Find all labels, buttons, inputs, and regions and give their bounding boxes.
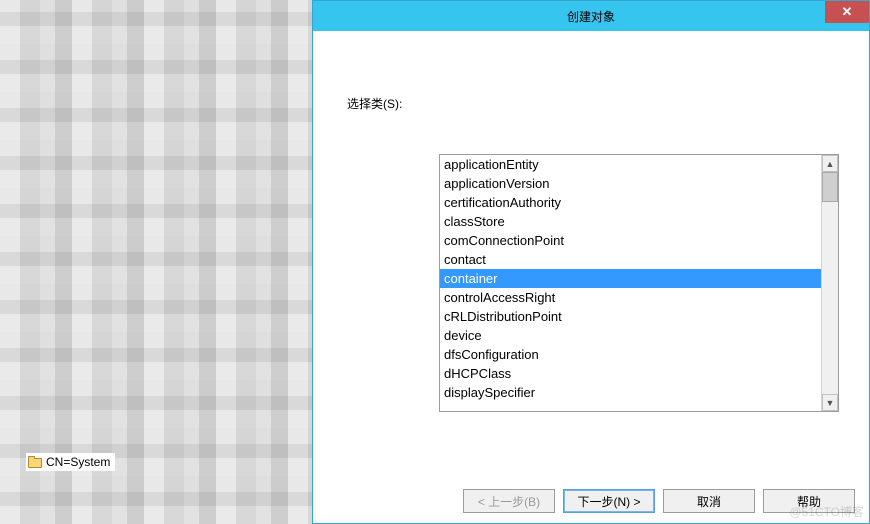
- list-item[interactable]: dfsConfiguration: [440, 345, 821, 364]
- list-item[interactable]: comConnectionPoint: [440, 231, 821, 250]
- scroll-up-button[interactable]: ▲: [822, 155, 838, 172]
- help-button[interactable]: 帮助: [763, 489, 855, 513]
- list-item[interactable]: controlAccessRight: [440, 288, 821, 307]
- list-item[interactable]: dHCPClass: [440, 364, 821, 383]
- dialog-body: 选择类(S): applicationEntityapplicationVers…: [313, 31, 869, 412]
- list-item[interactable]: certificationAuthority: [440, 193, 821, 212]
- create-object-dialog: 创建对象 ✕ 选择类(S): applicationEntityapplicat…: [312, 0, 870, 524]
- listbox-scrollbar[interactable]: ▲ ▼: [821, 155, 838, 411]
- next-button[interactable]: 下一步(N) >: [563, 489, 655, 513]
- list-item[interactable]: applicationEntity: [440, 155, 821, 174]
- dialog-buttons: < 上一步(B) 下一步(N) > 取消 帮助: [463, 489, 855, 513]
- list-item[interactable]: cRLDistributionPoint: [440, 307, 821, 326]
- dialog-titlebar: 创建对象 ✕: [313, 1, 869, 31]
- close-button[interactable]: ✕: [825, 1, 869, 23]
- list-item[interactable]: classStore: [440, 212, 821, 231]
- tree-node-label: CN=System: [46, 455, 110, 469]
- folder-icon: [28, 456, 42, 468]
- dialog-title: 创建对象: [313, 8, 869, 25]
- list-item[interactable]: container: [440, 269, 821, 288]
- select-class-label: 选择类(S):: [347, 95, 835, 112]
- tree-backdrop: [0, 0, 312, 524]
- cancel-button[interactable]: 取消: [663, 489, 755, 513]
- class-listbox[interactable]: applicationEntityapplicationVersioncerti…: [439, 154, 839, 412]
- list-item[interactable]: displaySpecifier: [440, 383, 821, 402]
- scroll-track[interactable]: [822, 172, 838, 394]
- scroll-thumb[interactable]: [822, 172, 838, 202]
- scroll-down-button[interactable]: ▼: [822, 394, 838, 411]
- back-button[interactable]: < 上一步(B): [463, 489, 555, 513]
- list-item[interactable]: device: [440, 326, 821, 345]
- list-item[interactable]: applicationVersion: [440, 174, 821, 193]
- tree-node-system[interactable]: CN=System: [26, 453, 115, 471]
- list-item[interactable]: contact: [440, 250, 821, 269]
